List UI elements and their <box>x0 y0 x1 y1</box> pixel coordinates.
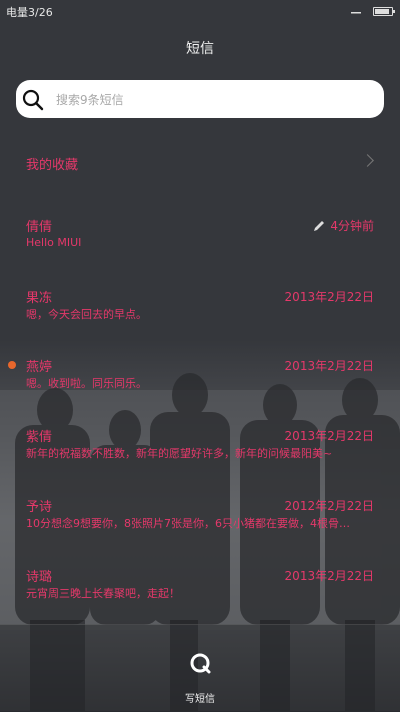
message-time: 2013年2月22日 <box>284 569 374 583</box>
message-row[interactable]: 果冻 2013年2月22日 嗯，今天会回去的早点。 <box>0 287 400 323</box>
message-time: 2012年2月22日 <box>284 499 374 513</box>
status-carrier-text: 电量3/26 <box>6 6 53 19</box>
message-row[interactable]: 紫倩 2013年2月22日 新年的祝福数不胜数，新年的愿望好许多，新年的问候最阳… <box>0 426 400 462</box>
message-snippet: 新年的祝福数不胜数，新年的愿望好许多，新年的问候最阳美~ <box>26 447 333 460</box>
contact-name: 诗璐 <box>26 570 53 585</box>
battery-fill <box>375 9 389 14</box>
message-time: 2013年2月22日 <box>284 429 374 443</box>
compose-button-label[interactable]: 写短信 <box>0 690 400 705</box>
message-row[interactable]: 予诗 2012年2月22日 10分想念9想要你，8张照片7张是你，6只小猪都在要… <box>0 496 400 532</box>
message-snippet: 嗯，今天会回去的早点。 <box>26 308 147 321</box>
favorites-label: 我的收藏 <box>26 158 79 173</box>
message-row[interactable]: 诗璐 2013年2月22日 元宵周三晚上长春聚吧，走起！ <box>0 566 400 602</box>
contact-name: 燕婷 <box>26 360 53 375</box>
search-placeholder: 搜索9条短信 <box>56 93 124 107</box>
search-icon <box>22 89 44 111</box>
chevron-right-icon <box>361 154 374 167</box>
contact-name: 紫倩 <box>26 430 53 445</box>
signal-icon <box>351 12 361 14</box>
message-snippet: 元宵周三晚上长春聚吧，走起！ <box>26 587 180 600</box>
contact-name: 予诗 <box>26 500 53 515</box>
status-bar: 电量3/26 <box>0 0 400 22</box>
contact-name: 倩倩 <box>26 220 53 235</box>
message-snippet: 嗯。收到啦。同乐同乐。 <box>26 377 147 390</box>
compose-message-icon[interactable] <box>189 652 211 674</box>
message-snippet: 10分想念9想要你，8张照片7张是你，6只小猪都在要做，4根骨… <box>26 517 350 530</box>
message-snippet: Hello MIUI <box>26 236 82 249</box>
favorites-item[interactable]: 我的收藏 <box>0 152 400 174</box>
battery-icon <box>373 7 395 16</box>
message-row[interactable]: 燕婷 2013年2月22日 嗯。收到啦。同乐同乐。 <box>0 356 400 392</box>
message-time: 2013年2月22日 <box>284 290 374 304</box>
search-input[interactable]: 搜索9条短信 <box>16 80 384 118</box>
message-row[interactable]: 倩倩 4分钟前 Hello MIUI <box>0 216 400 252</box>
contact-name: 果冻 <box>26 291 53 306</box>
draft-pencil-icon <box>314 221 324 231</box>
message-time: 2013年2月22日 <box>284 359 374 373</box>
message-time: 4分钟前 <box>330 219 374 233</box>
unread-indicator-icon <box>8 361 16 369</box>
page-title: 短信 <box>186 41 214 57</box>
